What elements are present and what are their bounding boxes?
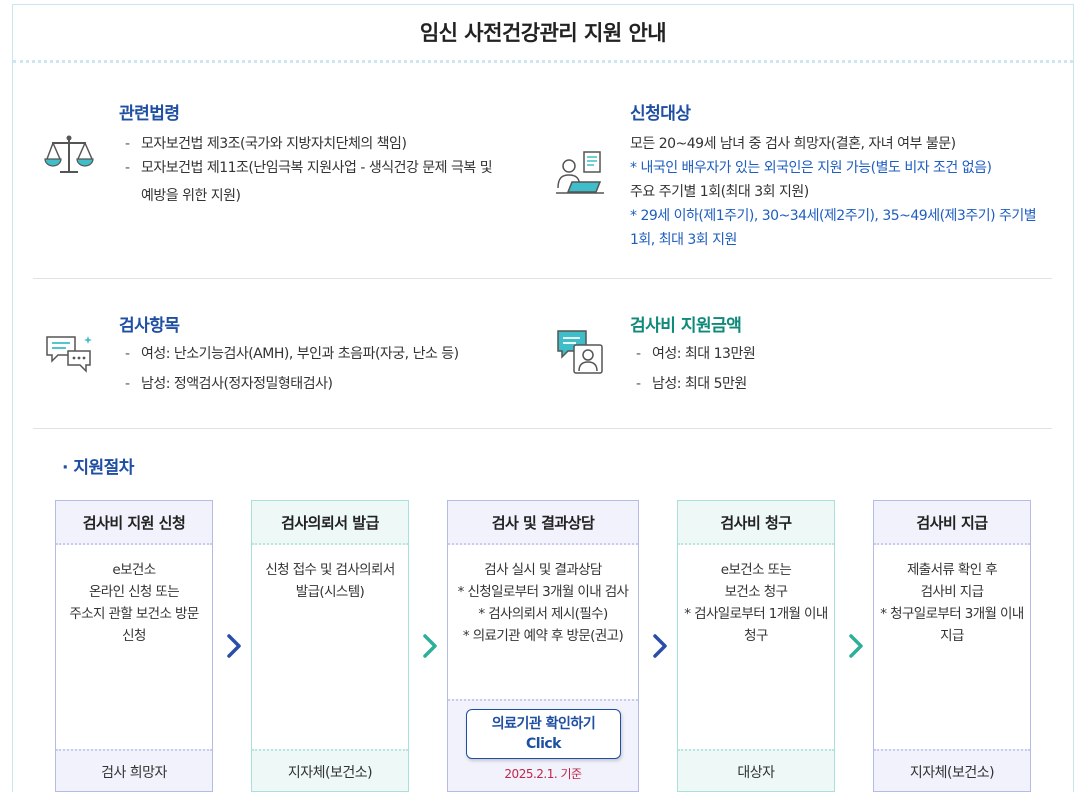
hospital-check-button-label: 의료기관 확인하기 [491,716,596,732]
laws-list: 모자보건법 제3조(국가와 지방자치단체의 책임) 모자보건법 제11조(난임극… [119,132,539,180]
step-description: e보건소 온라인 신청 또는 주소지 관할 보건소 방문 신청 [69,562,199,644]
step-referral: 검사의뢰서 발급 신청 접수 및 검사의뢰서 발급(시스템) 지자체(보건소) [251,500,409,792]
step-title: 검사비 지원 신청 [56,501,212,545]
person-laptop-icon [554,148,606,196]
support-amount-item: 여성: 최대 13만원 [630,342,1050,366]
step-actor: 지자체(보건소) [874,749,1030,791]
eligibility-line: 주요 주기별 1회(최대 3회 지원) [630,184,809,200]
tests-item: 남성: 정액검사(정자정밀형태검사) [119,372,539,396]
laws-item: 모자보건법 제3조(국가와 지방자치단체의 책임) [119,132,539,156]
step-actor: 검사 희망자 [56,749,212,791]
title-divider [13,60,1073,63]
chat-bubbles-icon [44,333,94,375]
step-description: 검사 실시 및 결과상담 * 신청일로부터 3개월 이내 검사 * 검사의뢰서 … [457,562,629,644]
eligibility-line: 모든 20~49세 남녀 중 검사 희망자(결혼, 자녀 여부 불문) [630,136,956,152]
step-description: 제출서류 확인 후 검사비 지급 * 청구일로부터 3개월 이내 지급 [880,562,1024,644]
eligibility-text: 모든 20~49세 남녀 중 검사 희망자(결혼, 자녀 여부 불문) * 내국… [630,132,1060,252]
step-title: 검사 및 결과상담 [448,501,638,545]
hospital-check-button-click: Click [526,736,561,752]
eligibility-note: * 내국인 배우자가 있는 외국인은 지원 가능(별도 비자 조건 없음) [630,160,992,176]
step-test-consult: 검사 및 결과상담 검사 실시 및 결과상담 * 신청일로부터 3개월 이내 검… [447,500,639,792]
tests-list: 여성: 난소기능검사(AMH), 부인과 초음파(자궁, 난소 등) 남성: 정… [119,342,539,396]
reference-date-note: 2025.2.1. 기준 [504,767,582,781]
eligibility-note: * 29세 이하(제1주기), 30~34세(제2주기), 35~49세(제3주… [630,208,1037,224]
eligibility-note: 1회, 최대 3회 지원 [630,232,737,248]
support-amount-title: 검사비 지원금액 [630,316,742,336]
step-claim: 검사비 청구 e보건소 또는 보건소 청구 * 검사일로부터 1개월 이내 청구… [677,500,835,792]
step-description: e보건소 또는 보건소 청구 * 검사일로부터 1개월 이내 청구 [684,562,828,644]
chevron-right-icon [226,632,242,660]
step-apply: 검사비 지원 신청 e보건소 온라인 신청 또는 주소지 관할 보건소 방문 신… [55,500,213,792]
chevron-right-icon [652,632,668,660]
tests-item: 여성: 난소기능검사(AMH), 부인과 초음파(자궁, 난소 등) [119,342,539,366]
laws-item: 모자보건법 제11조(난임극복 지원사업 - 생식건강 문제 극복 및 [119,156,539,180]
hospital-check-area: 의료기관 확인하기 Click 2025.2.1. 기준 [448,699,638,791]
laws-title: 관련법령 [119,104,180,124]
eligibility-title: 신청대상 [630,104,691,124]
chevron-right-icon [848,632,864,660]
procedure-title: · 지원절차 [62,458,134,478]
step-payment: 검사비 지급 제출서류 확인 후 검사비 지급 * 청구일로부터 3개월 이내 … [873,500,1031,792]
hospital-check-button[interactable]: 의료기관 확인하기 Click [466,709,621,759]
support-amount-item: 남성: 최대 5만원 [630,372,1050,396]
step-title: 검사비 지급 [874,501,1030,545]
step-actor: 대상자 [678,749,834,791]
step-title: 검사비 청구 [678,501,834,545]
step-actor: 지자체(보건소) [252,749,408,791]
step-description: 신청 접수 및 검사의뢰서 발급(시스템) [265,562,395,600]
page-title: 임신 사전건강관리 지원 안내 [419,21,667,45]
consultation-icon [556,329,604,377]
laws-item-continued: 예방을 위한 지원) [141,188,241,204]
section-divider [33,278,1052,279]
tests-title: 검사항목 [119,316,180,336]
step-title: 검사의뢰서 발급 [252,501,408,545]
section-divider [33,428,1052,429]
support-amount-list: 여성: 최대 13만원 남성: 최대 5만원 [630,342,1050,396]
chevron-right-icon [422,632,438,660]
scale-icon [44,133,94,177]
